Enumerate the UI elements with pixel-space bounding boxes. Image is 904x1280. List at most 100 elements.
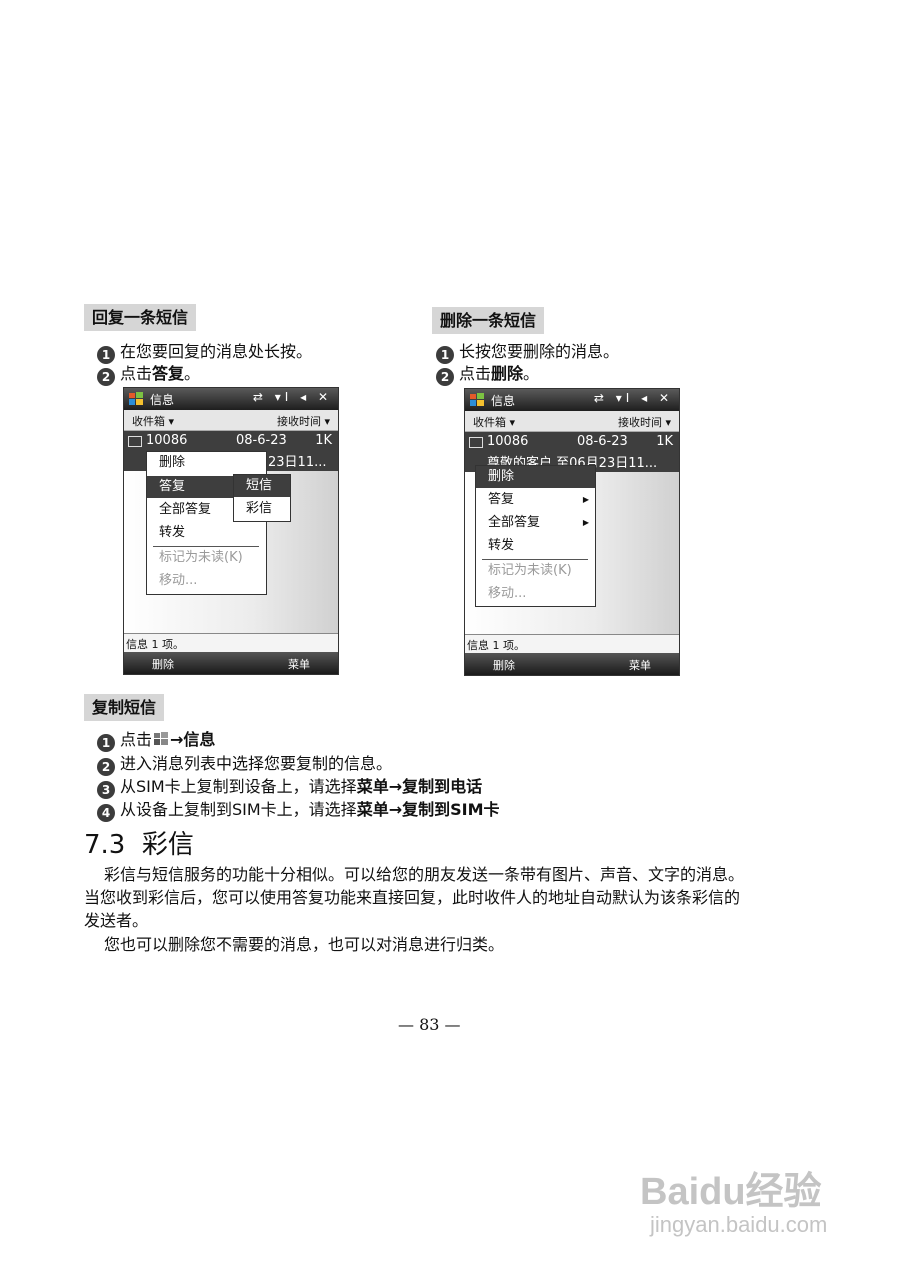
mms-para-1-line-2: 当您收到彩信后，您可以使用答复功能来直接回复，此时收件人的地址自动默认为该条彩信… [84,888,741,907]
phone-screenshot-reply: 信息 ⇄ ▾ⵏ ◂ ✕ 收件箱 ▾ 接收时间 ▾ 10086 08-6-23 1… [123,387,339,675]
menu-item-delete[interactable]: 删除 [476,466,595,488]
section-heading-mms: 7.3 彩信 [84,830,194,860]
menu-item-reply[interactable]: 答复 ▶ [476,489,595,511]
menu-item-reply-all[interactable]: 全部答复 ▶ [476,512,595,534]
sort-dropdown[interactable]: 接收时间 ▾ [277,413,330,429]
message-sender: 10086 [146,433,188,448]
menu-item-reply-all-label: 全部答复 [488,515,541,530]
step-bold: 信息 [183,730,216,749]
softkey-bar: 删除 菜单 [465,653,679,675]
reply-step-1: 1 在您要回复的消息处长按。 [97,342,312,364]
menu-item-move[interactable]: 移动... [476,583,595,605]
menu-item-mark-unread[interactable]: 标记为未读(K) [147,547,266,569]
step-number: 1 [97,734,115,752]
mms-para-2: 您也可以删除您不需要的消息，也可以对消息进行归类。 [104,935,505,954]
phone-title: 信息 [150,393,175,407]
phone-title-bar: 信息 ⇄ ▾ⵏ ◂ ✕ [465,389,679,411]
message-sender: 10086 [487,434,529,449]
sort-dropdown[interactable]: 接收时间 ▾ [618,414,671,430]
page-number: — 83 — [398,1015,461,1034]
message-date: 08-6-23 [577,434,628,449]
message-preview: 23日11... [268,455,327,470]
step-bold: 复制到电话 [402,777,483,796]
step-text: 从设备上复制到SIM卡上，请选择 [120,800,357,819]
step-bold: 复制到 [402,800,451,819]
windows-start-icon [154,732,169,745]
arrow: → [170,730,184,749]
copy-step-2: 2 进入消息列表中选择您要复制的信息。 [97,754,392,776]
step-text-after: 。 [523,364,540,383]
status-line: 信息 1 项。 [124,633,338,652]
status-line: 信息 1 项。 [465,634,679,653]
message-size: 1K [656,434,673,449]
mms-para-1-line-1: 彩信与短信服务的功能十分相似。可以给您的朋友发送一条带有图片、声音、文字的消息。 [104,865,745,884]
step-number: 2 [97,368,115,386]
step-text: 从SIM卡上复制到设备上，请选择 [120,777,357,796]
envelope-icon [469,437,483,448]
menu-item-mark-unread[interactable]: 标记为未读(K) [476,560,595,582]
softkey-menu[interactable]: 菜单 [629,657,651,673]
folder-dropdown[interactable]: 收件箱 ▾ [473,414,515,430]
mms-para-1-line-3: 发送者。 [84,911,149,930]
menu-item-forward[interactable]: 转发 [147,522,266,544]
step-number: 2 [436,368,454,386]
status-icons[interactable]: ⇄ ▾ⵏ ◂ ✕ [594,391,673,405]
step-text: 长按您要删除的消息。 [459,342,620,361]
step-text: 进入消息列表中选择您要复制的信息。 [120,754,393,773]
reply-step-2: 2 点击答复。 [97,364,200,386]
phone-screenshot-delete: 信息 ⇄ ▾ⵏ ◂ ✕ 收件箱 ▾ 接收时间 ▾ 10086 08-6-23 1… [464,388,680,676]
message-size: 1K [315,433,332,448]
watermark-brand: Baidu经验 [640,1171,822,1213]
menu-item-reply-label: 答复 [488,492,515,507]
delete-step-2: 2 点击删除。 [436,364,539,386]
menu-item-forward[interactable]: 转发 [476,535,595,557]
softkey-delete[interactable]: 删除 [152,656,174,672]
watermark-url: jingyan.baidu.com [650,1212,828,1237]
section-label-reply: 回复一条短信 [84,304,197,331]
reply-submenu: 短信 彩信 [233,474,291,522]
message-date: 08-6-23 [236,433,287,448]
step-text: 在您要回复的消息处长按。 [120,342,313,361]
context-menu: 删除 答复 ▶ 全部答复 ▶ 转发 标记为未读(K) 移动... [475,465,596,607]
copy-step-1: 1 点击 →信息 [97,730,215,752]
section-label-copy: 复制短信 [84,694,165,721]
folder-bar: 收件箱 ▾ 接收时间 ▾ [124,410,338,431]
submenu-arrow-icon: ▶ [582,495,589,504]
status-text: 信息 1 项。 [467,639,525,652]
step-text: 点击 [120,364,153,383]
step-text: 点击 [120,730,153,749]
windows-start-icon[interactable] [128,391,144,407]
step-number: 2 [97,758,115,776]
step-text: 点击 [459,364,492,383]
softkey-bar: 删除 菜单 [124,652,338,674]
submenu-arrow-icon: ▶ [582,518,589,527]
step-number: 1 [97,346,115,364]
copy-step-4: 4 从设备上复制到SIM卡上，请选择菜单→复制到SIM卡 [97,800,500,822]
envelope-icon [128,436,142,447]
delete-step-1: 1 长按您要删除的消息。 [436,342,619,364]
arrow: → [388,800,403,819]
step-bold: 答复 [152,364,185,383]
softkey-menu[interactable]: 菜单 [288,656,310,672]
arrow: → [388,777,403,796]
status-text: 信息 1 项。 [126,638,184,651]
menu-item-move[interactable]: 移动... [147,570,266,592]
windows-start-icon[interactable] [469,392,485,408]
status-icons[interactable]: ⇄ ▾ⵏ ◂ ✕ [253,390,332,404]
step-bold: 菜单 [356,800,389,819]
softkey-delete[interactable]: 删除 [493,657,515,673]
step-text-after: SIM卡 [450,800,500,819]
step-bold: 删除 [491,364,524,383]
step-number: 1 [436,346,454,364]
step-text-after: 。 [184,364,201,383]
menu-item-delete[interactable]: 删除 [147,452,266,474]
step-number: 4 [97,804,115,822]
folder-bar: 收件箱 ▾ 接收时间 ▾ [465,411,679,432]
context-menu: 删除 答复 全部答复 转发 标记为未读(K) 移动... [146,451,267,595]
step-number: 3 [97,781,115,799]
submenu-item-sms[interactable]: 短信 [234,475,290,497]
folder-dropdown[interactable]: 收件箱 ▾ [132,413,174,429]
phone-title: 信息 [491,394,516,408]
submenu-item-mms[interactable]: 彩信 [234,498,290,520]
step-bold: 菜单 [356,777,389,796]
